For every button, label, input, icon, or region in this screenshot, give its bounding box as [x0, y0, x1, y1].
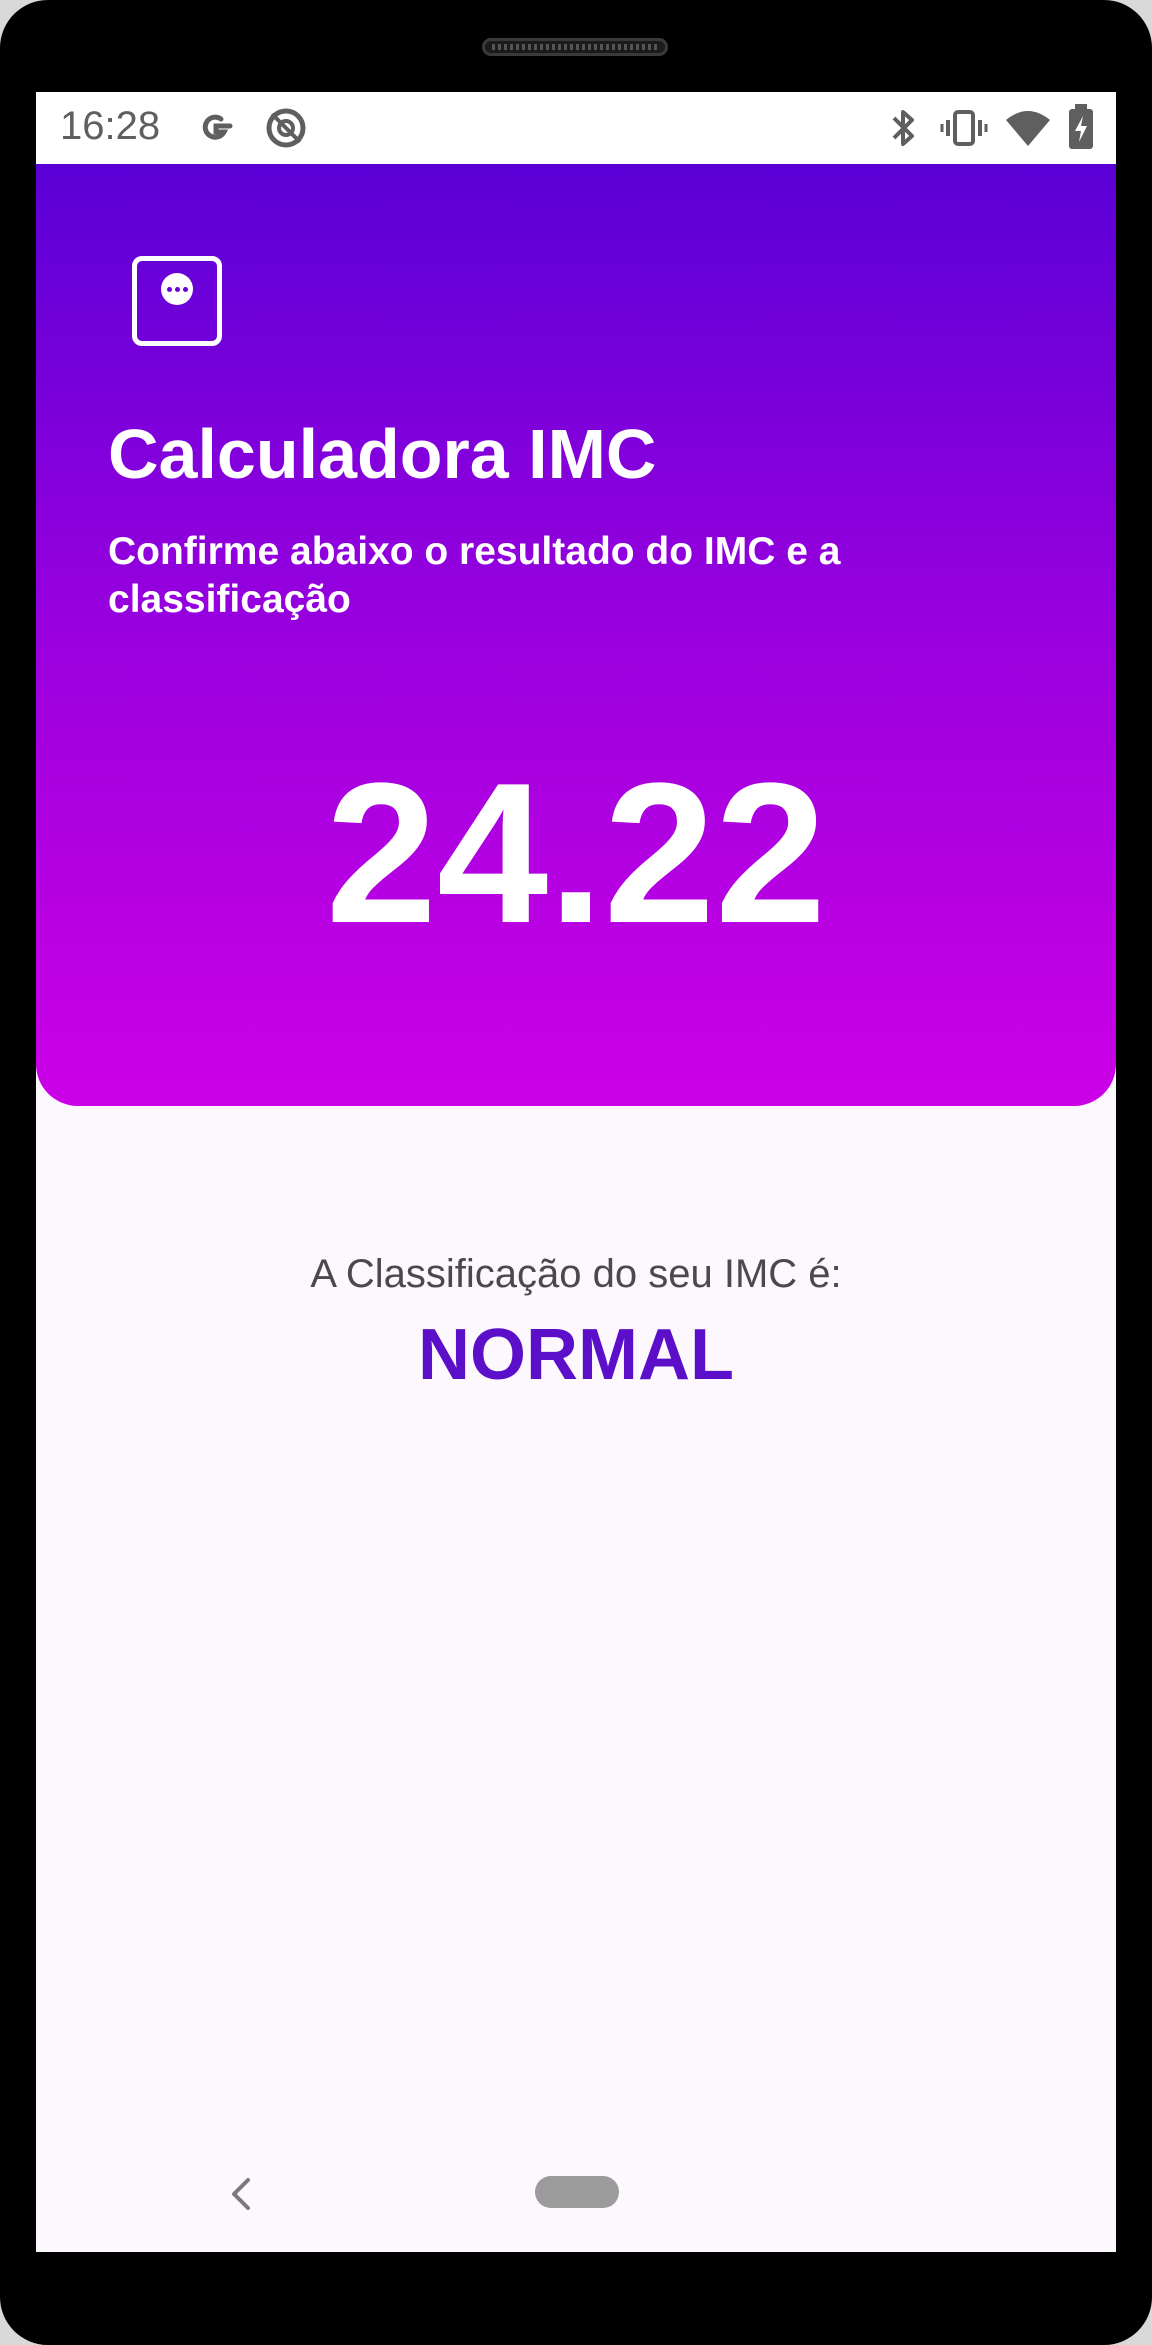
- bmi-value: 24.22: [325, 742, 827, 965]
- battery-icon: [1066, 102, 1096, 157]
- more-dots-icon: [161, 273, 193, 305]
- phone-frame: 16:28 Calculadora IMC Confirme abaixo o …: [0, 0, 1152, 2345]
- vibrate-icon: [940, 106, 988, 155]
- page-subtitle: Confirme abaixo o resultado do IMC e a c…: [108, 530, 841, 621]
- menu-button[interactable]: [132, 256, 222, 346]
- status-time: 16:28: [60, 104, 161, 148]
- no-sim-icon: [264, 106, 308, 155]
- page-title: Calculadora IMC: [108, 415, 657, 493]
- wifi-icon: [1004, 106, 1052, 155]
- home-pill-icon[interactable]: [535, 2176, 619, 2208]
- classification-label: A Classificação do seu IMC é:: [310, 1252, 842, 1296]
- system-nav-bar: [36, 2152, 1116, 2252]
- app-screen: 16:28 Calculadora IMC Confirme abaixo o …: [36, 92, 1116, 2252]
- google-icon: [194, 106, 238, 155]
- classification-value: NORMAL: [418, 1315, 734, 1395]
- status-bar: 16:28: [36, 92, 1116, 164]
- chevron-left-icon[interactable]: [226, 2174, 256, 2214]
- bluetooth-icon: [886, 106, 922, 155]
- earpiece-speaker: [482, 38, 668, 56]
